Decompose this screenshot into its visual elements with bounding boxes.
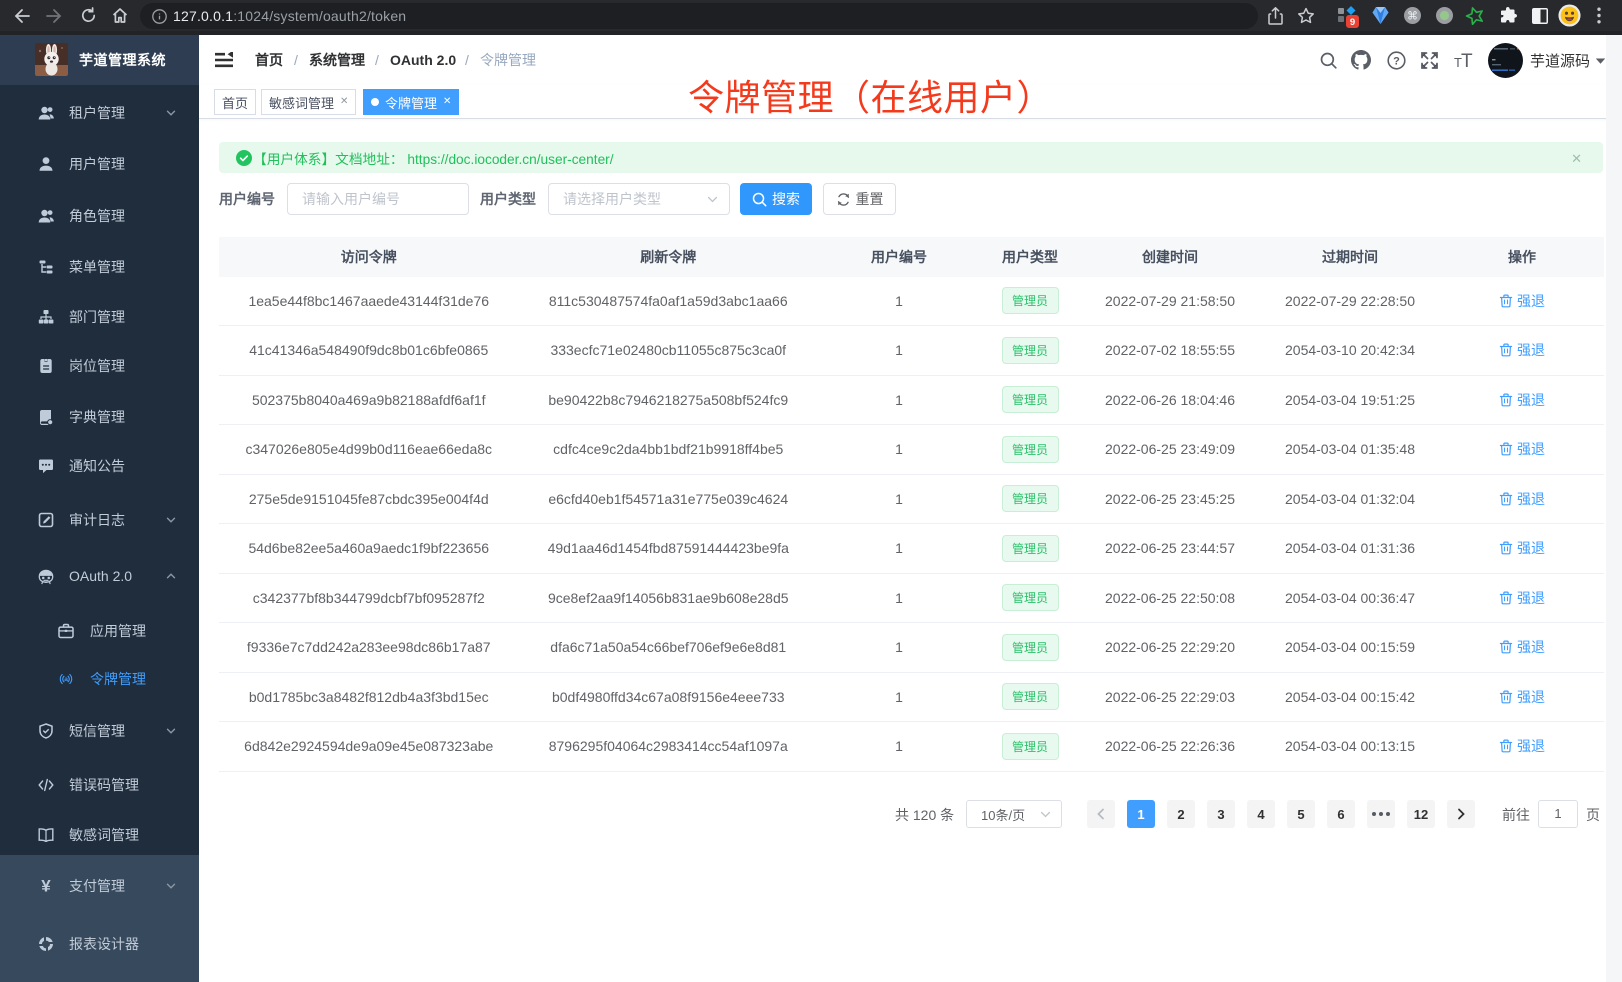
svg-text:a: a [64, 676, 68, 683]
svg-text:⌘: ⌘ [1407, 10, 1418, 22]
svg-text:?: ? [1393, 55, 1400, 67]
svg-text:9: 9 [1350, 17, 1355, 28]
svg-text:T: T [1461, 51, 1473, 69]
